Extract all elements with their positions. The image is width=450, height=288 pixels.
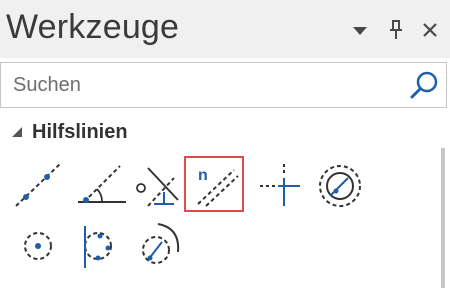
panel-title: Werkzeuge: [6, 8, 180, 46]
parallel-count-label: n: [198, 167, 208, 184]
section-title: Hilfslinien: [32, 120, 128, 143]
tools-panel: Werkzeuge Hilfslin: [0, 0, 450, 288]
dashed-circle-arc-icon: [142, 223, 180, 264]
dashed-line-two-points-icon: [15, 163, 61, 207]
dashed-line-perpendicular-icon: [136, 167, 179, 207]
tool-dashed-circle-tangent-line[interactable]: [70, 218, 130, 274]
parallel-guideline-icon: n: [197, 167, 239, 207]
tool-dashed-line-perpendicular[interactable]: [130, 158, 190, 214]
tool-crosshair-guidelines[interactable]: [254, 158, 314, 214]
tool-circle-guideline[interactable]: [310, 158, 370, 214]
collapse-triangle-icon[interactable]: [10, 125, 24, 139]
tool-dashed-circle-arc[interactable]: [130, 218, 190, 274]
tool-dashed-line-two-points[interactable]: [10, 158, 70, 214]
dashed-line-angle-icon: [78, 165, 126, 203]
panel-titlebar: Werkzeuge: [0, 0, 450, 58]
circle-guideline-icon: [319, 165, 361, 207]
dropdown-icon[interactable]: [348, 18, 372, 42]
tool-parallel-guideline[interactable]: n: [184, 156, 244, 212]
vertical-scrollbar[interactable]: [441, 148, 445, 288]
search-icon[interactable]: [408, 70, 440, 102]
crosshair-guidelines-icon: [260, 164, 300, 206]
section-header-hilfslinien[interactable]: Hilfslinien: [10, 118, 128, 146]
tool-dashed-line-angle[interactable]: [70, 158, 130, 214]
dashed-circle-tangent-line-icon: [84, 226, 112, 268]
tool-dashed-circle-center[interactable]: [10, 218, 70, 274]
pin-icon[interactable]: [384, 18, 408, 42]
search-input[interactable]: [13, 72, 393, 98]
dashed-circle-center-icon: [24, 232, 52, 260]
close-icon[interactable]: [418, 18, 442, 42]
search-box: [0, 62, 447, 108]
